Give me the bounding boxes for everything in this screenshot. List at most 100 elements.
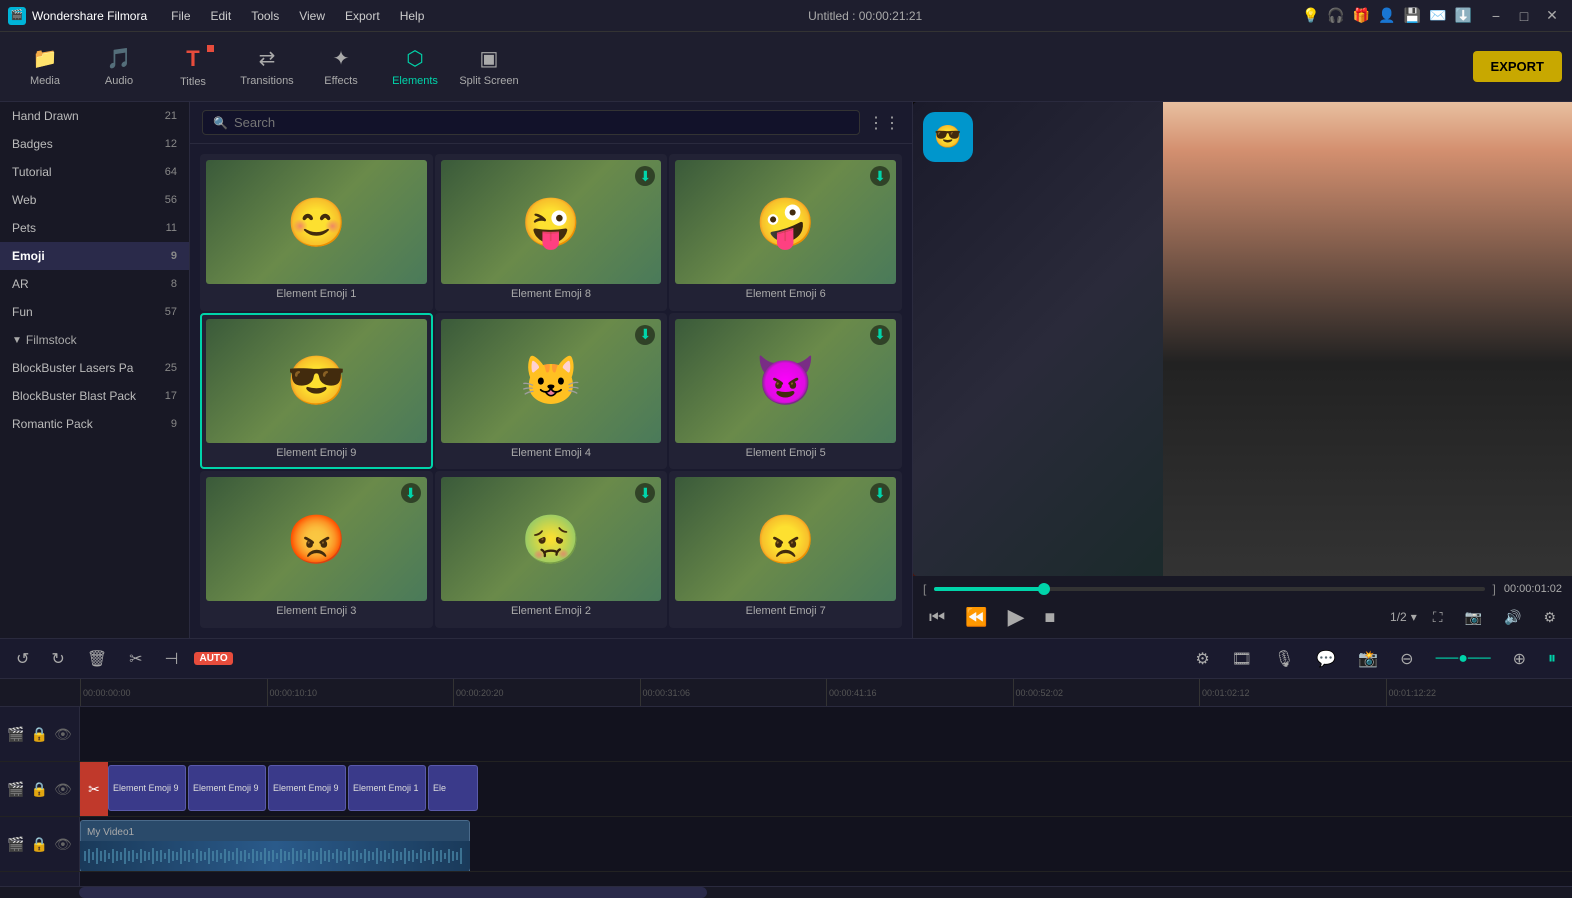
element-emoji9[interactable]: 😎 Element Emoji 9 — [200, 313, 433, 470]
save-icon[interactable]: 💾 — [1404, 7, 1421, 24]
mic-icon[interactable]: 🎙 — [1268, 647, 1300, 671]
volume-button[interactable]: 🔊 — [1498, 607, 1527, 628]
media-tab[interactable]: 📁 Media — [10, 37, 80, 97]
redo-button[interactable]: ↻ — [45, 647, 70, 671]
sidebar-item-badges[interactable]: Badges 12 — [0, 130, 189, 158]
menu-edit[interactable]: Edit — [207, 7, 236, 25]
pause-tl-icon[interactable]: ⏸ — [1542, 648, 1562, 670]
user-icon[interactable]: 👤 — [1378, 7, 1395, 24]
sidebar-item-ar[interactable]: AR 8 — [0, 270, 189, 298]
cut-button[interactable]: ✂ — [123, 647, 148, 671]
element-emoji3[interactable]: 😡 ⬇ Element Emoji 3 — [200, 471, 433, 628]
sidebar-item-blockbuster-lasers[interactable]: BlockBuster Lasers Pa 25 — [0, 354, 189, 382]
download-icon[interactable]: ⬇️ — [1455, 7, 1472, 24]
emoji-clip-1[interactable]: Element Emoji 9 — [108, 765, 186, 811]
play-button[interactable]: ▶ — [1002, 602, 1031, 632]
page-total: 1/2 — [1390, 610, 1407, 624]
clip-settings-icon[interactable]: 🎞 — [1226, 647, 1258, 671]
export-button[interactable]: EXPORT — [1473, 51, 1562, 82]
element-emoji8[interactable]: 😜 ⬇ Element Emoji 8 — [435, 154, 668, 311]
screen-mode-button[interactable]: ⛶ — [1427, 607, 1449, 628]
audio-tab[interactable]: 🎵 Audio — [84, 37, 154, 97]
search-input[interactable] — [234, 115, 849, 130]
rewind-button[interactable]: ⏮ — [923, 605, 951, 630]
sidebar-item-web[interactable]: Web 56 — [0, 186, 189, 214]
track-lock-icon[interactable]: 🔒 — [31, 726, 48, 743]
titles-tab[interactable]: T Titles — [158, 37, 228, 97]
download6-icon[interactable]: ⬇ — [870, 166, 890, 186]
settings-button[interactable]: ⚙ — [1537, 607, 1562, 628]
menu-file[interactable]: File — [167, 7, 194, 25]
settings-gear-icon[interactable]: ⚙ — [1189, 647, 1215, 671]
download4-icon[interactable]: ⬇ — [635, 325, 655, 345]
scrollbar-thumb[interactable] — [79, 887, 708, 898]
preview-logo: 😎 — [923, 112, 973, 162]
system-icons: 💡 🎧 🎁 👤 💾 ✉️ ⬇️ — [1302, 7, 1472, 24]
split-screen-tab[interactable]: ▣ Split Screen — [454, 37, 524, 97]
elements-tab[interactable]: ⬡ Elements — [380, 37, 450, 97]
chevron-down-icon[interactable]: ▾ — [1411, 610, 1417, 624]
transitions-tab[interactable]: ⇄ Transitions — [232, 37, 302, 97]
video-track-icon[interactable]: 🎬 — [7, 836, 24, 853]
emoji-track-eye-icon[interactable]: 👁 — [54, 781, 72, 798]
menu-help[interactable]: Help — [396, 7, 429, 25]
zoom-slider[interactable]: ──●── — [1430, 648, 1497, 670]
close-button[interactable]: ✕ — [1540, 7, 1564, 25]
track-eye-icon[interactable]: 👁 — [54, 726, 72, 743]
subtitle-icon[interactable]: 💬 — [1310, 647, 1342, 671]
minimize-button[interactable]: − — [1484, 7, 1508, 25]
element-emoji5[interactable]: 😈 ⬇ Element Emoji 5 — [669, 313, 902, 470]
progress-bar[interactable] — [934, 587, 1484, 591]
gift-icon[interactable]: 🎁 — [1353, 7, 1370, 24]
zoom-out-icon[interactable]: ⊖ — [1394, 647, 1419, 671]
element-emoji7[interactable]: 😠 ⬇ Element Emoji 7 — [669, 471, 902, 628]
timeline-scrollbar[interactable] — [0, 886, 1572, 898]
menu-view[interactable]: View — [295, 7, 329, 25]
sidebar-item-fun[interactable]: Fun 57 — [0, 298, 189, 326]
delete-button[interactable]: 🗑 — [81, 647, 113, 671]
video-track-row: 🎬 🔒 👁 My Video1 🎬 — [0, 817, 1572, 872]
download5-icon[interactable]: ⬇ — [870, 325, 890, 345]
bulb-icon[interactable]: 💡 — [1302, 7, 1319, 24]
emoji-clip-5[interactable]: Ele — [428, 765, 478, 811]
track-video-icon[interactable]: 🎬 — [7, 726, 24, 743]
element-emoji1[interactable]: 😊 Element Emoji 1 — [200, 154, 433, 311]
sidebar-item-blockbuster-blast[interactable]: BlockBuster Blast Pack 17 — [0, 382, 189, 410]
sidebar-item-emoji[interactable]: Emoji 9 — [0, 242, 189, 270]
grid-toggle-icon[interactable]: ⋮⋮ — [868, 113, 900, 133]
ruler-mark-7: 00:01:12:22 — [1386, 679, 1572, 707]
headset-icon[interactable]: 🎧 — [1327, 7, 1344, 24]
video-track-eye-icon[interactable]: 👁 — [54, 836, 72, 853]
emoji-clip-3[interactable]: Element Emoji 9 — [268, 765, 346, 811]
effects-tab[interactable]: ✦ Effects — [306, 37, 376, 97]
element-emoji6[interactable]: 🤪 ⬇ Element Emoji 6 — [669, 154, 902, 311]
split-button[interactable]: ⊣ — [159, 647, 185, 671]
snapshot-button[interactable]: 📷 — [1459, 607, 1488, 628]
progress-handle[interactable] — [1038, 583, 1050, 595]
video-track-lock-icon[interactable]: 🔒 — [31, 836, 48, 853]
sidebar-item-hand-drawn[interactable]: Hand Drawn 21 — [0, 102, 189, 130]
mail-icon[interactable]: ✉️ — [1429, 7, 1446, 24]
playhead-cut-marker: ✂ — [80, 762, 108, 816]
sidebar-item-romantic-pack[interactable]: Romantic Pack 9 — [0, 410, 189, 438]
emoji-track-lock-icon[interactable]: 🔒 — [31, 781, 48, 798]
menu-tools[interactable]: Tools — [247, 7, 283, 25]
element-emoji2[interactable]: 🤢 ⬇ Element Emoji 2 — [435, 471, 668, 628]
filmstock-section-header[interactable]: ▼ Filmstock — [0, 326, 189, 354]
emoji-clip-2[interactable]: Element Emoji 9 — [188, 765, 266, 811]
zoom-in-icon[interactable]: ⊕ — [1507, 647, 1532, 671]
stop-button[interactable]: ■ — [1039, 605, 1062, 630]
timeline-tracks: 🎬 🔒 👁 🎬 🔒 👁 ✂ Element Emoji — [0, 707, 1572, 886]
sidebar-item-tutorial[interactable]: Tutorial 64 — [0, 158, 189, 186]
emoji-clip-4[interactable]: Element Emoji 1 — [348, 765, 426, 811]
maximize-button[interactable]: □ — [1512, 7, 1536, 25]
step-back-button[interactable]: ⏪ — [959, 605, 993, 630]
element-emoji4[interactable]: 😺 ⬇ Element Emoji 4 — [435, 313, 668, 470]
snapshot-tl-icon[interactable]: 📸 — [1352, 647, 1384, 671]
emoji-clip-4-label: Element Emoji 1 — [349, 781, 423, 795]
menu-export[interactable]: Export — [341, 7, 384, 25]
sidebar-item-pets[interactable]: Pets 11 — [0, 214, 189, 242]
emoji-track-video-icon[interactable]: 🎬 — [7, 781, 24, 798]
undo-button[interactable]: ↺ — [10, 647, 35, 671]
download3-icon[interactable]: ⬇ — [401, 483, 421, 503]
